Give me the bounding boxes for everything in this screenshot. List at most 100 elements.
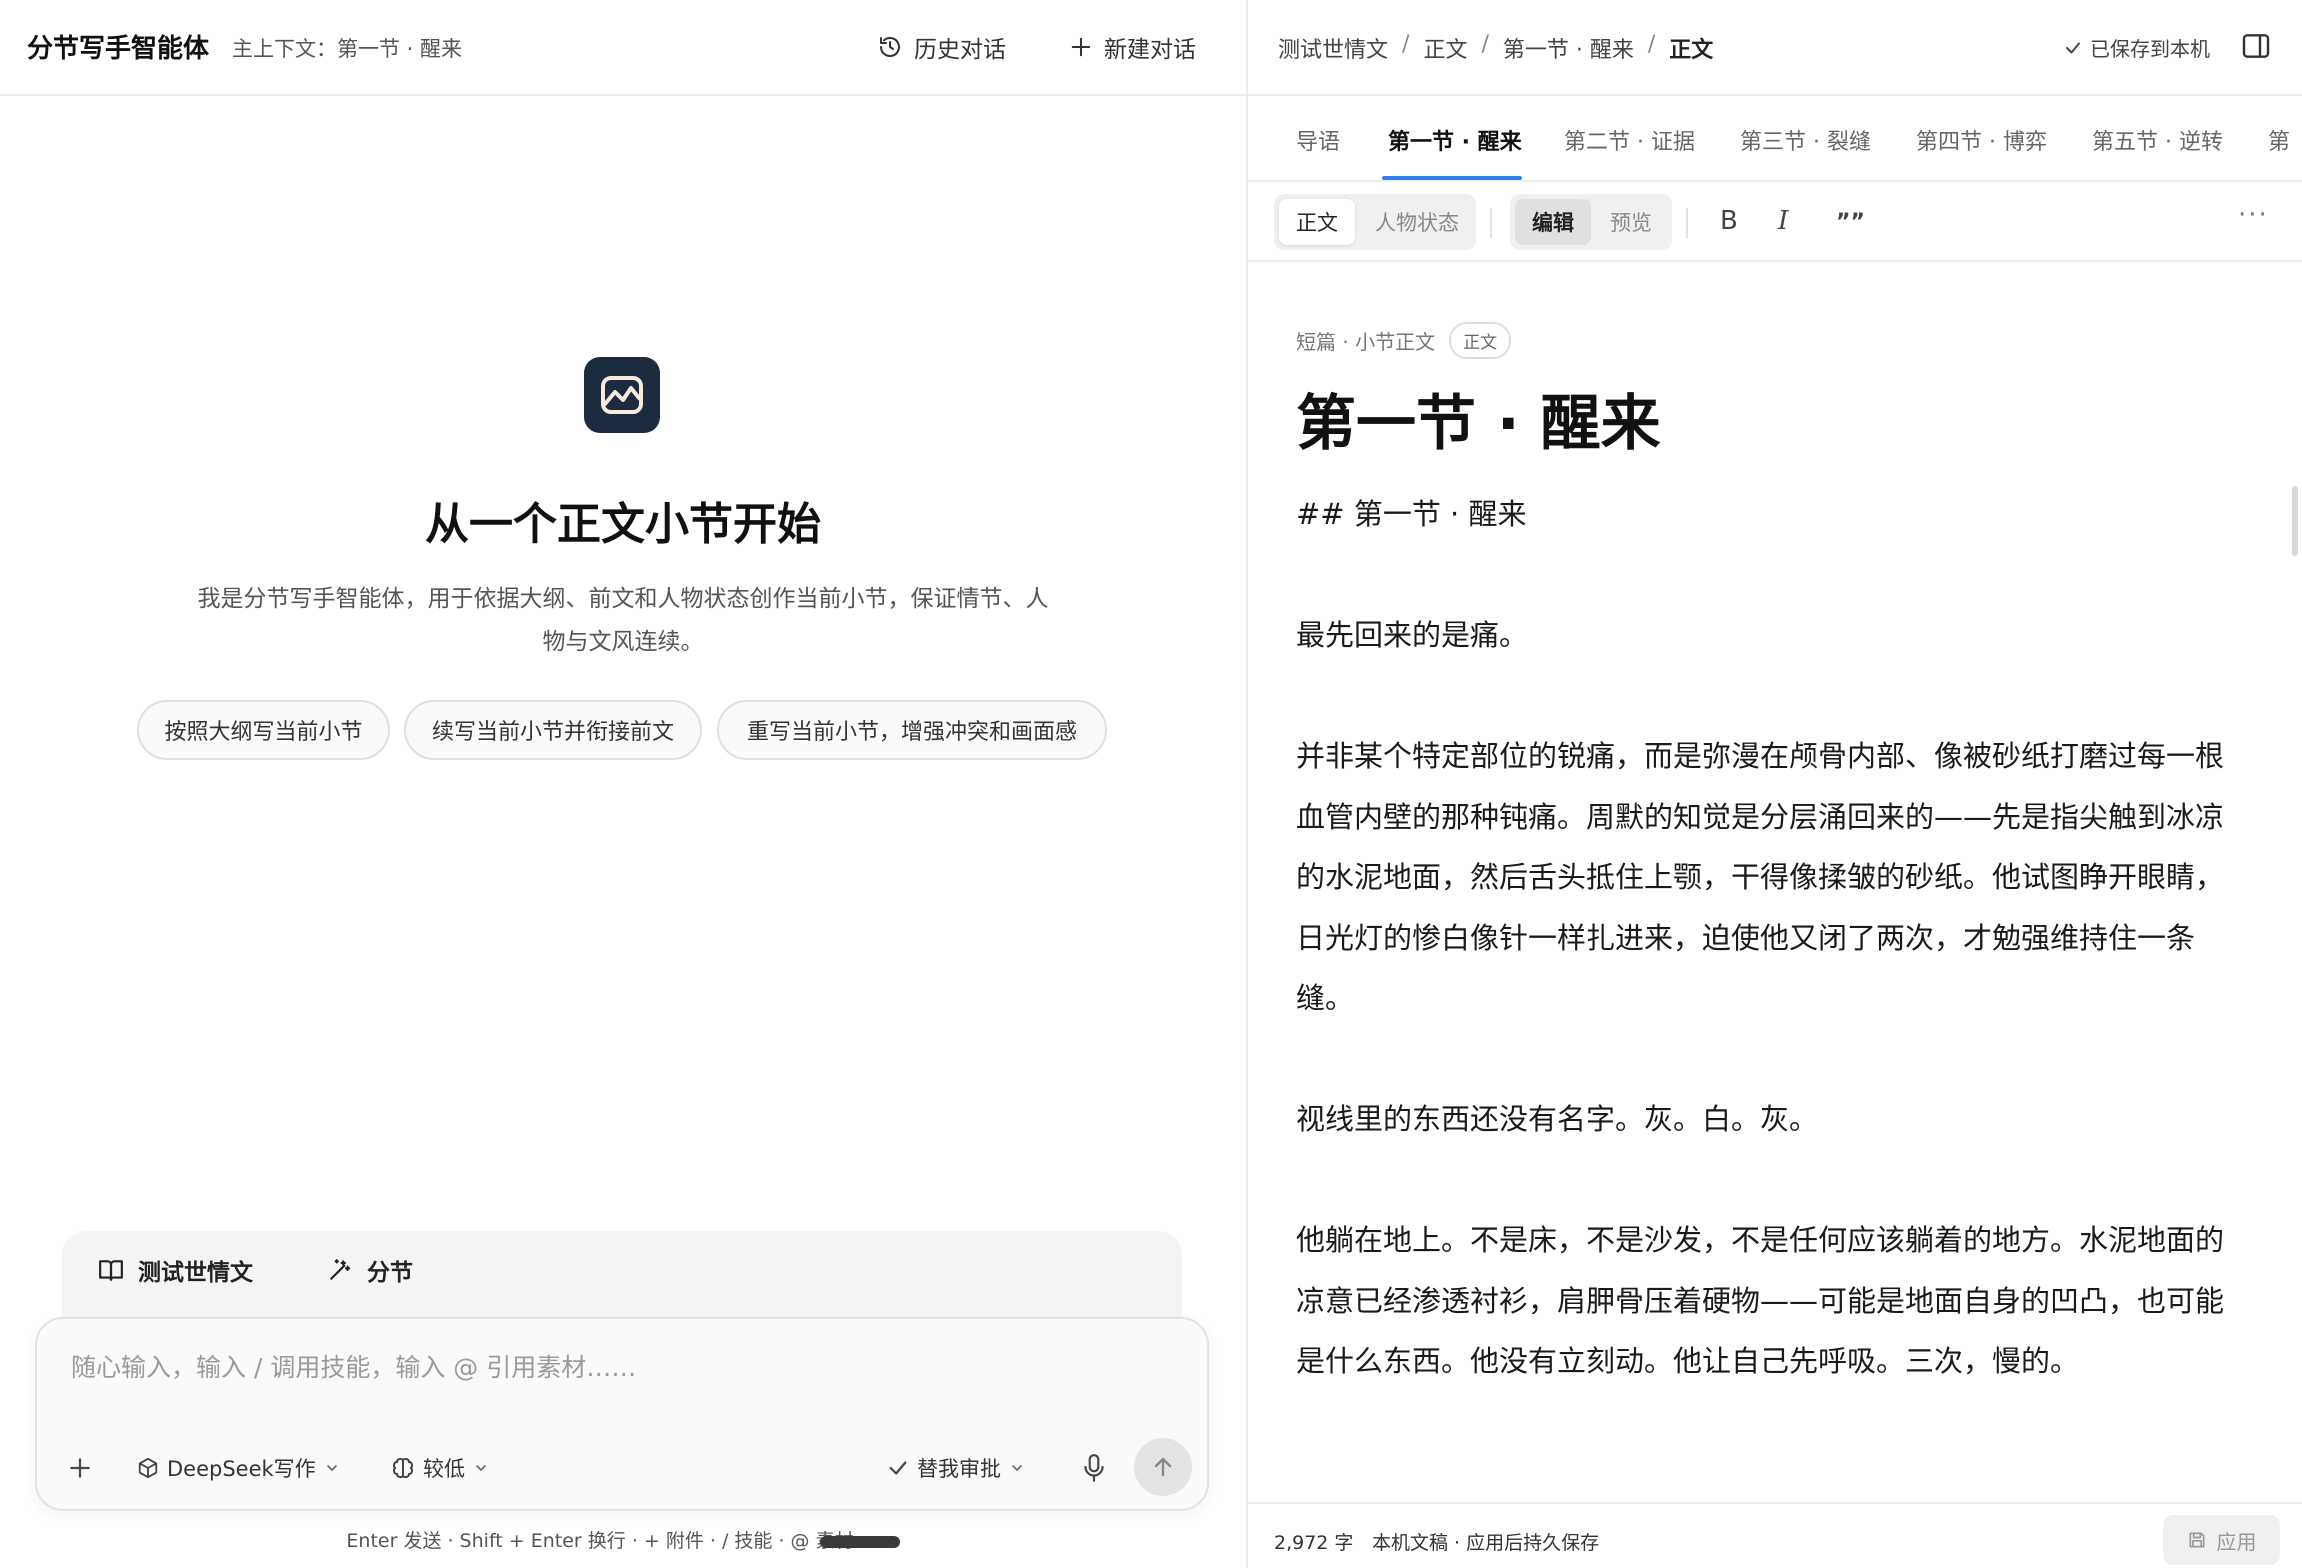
tab-section-5[interactable]: 第五节 · 逆转 <box>2092 124 2223 156</box>
microphone-icon <box>1081 1453 1107 1483</box>
active-tab-indicator <box>1382 176 1522 180</box>
shortcut-hint: Enter 发送 · Shift + Enter 换行 · + 附件 · / 技… <box>0 1526 1246 1553</box>
document-type: 短篇 · 小节正文 <box>1296 330 1436 354</box>
attach-button[interactable] <box>67 1450 93 1486</box>
chevron-down-icon <box>324 1460 340 1476</box>
suggestion-chip-rewrite[interactable]: 重写当前小节，增强冲突和画面感 <box>717 700 1107 760</box>
paragraph: 并非某个特定部位的锐痛，而是弥漫在颅骨内部、像被砂纸打磨过每一根血管内壁的那种钝… <box>1296 739 2225 1015</box>
breadcrumb: 测试世情文 / 正文 / 第一节 · 醒来 / 正文 <box>1278 32 1713 64</box>
context-book[interactable]: 测试世情文 <box>98 1253 253 1287</box>
paragraph: 他躺在地上。不是床，不是沙发，不是任何应该躺着的地方。水泥地面的凉意已经渗透衬衫… <box>1296 1223 2225 1378</box>
redaction-mark <box>819 1535 900 1548</box>
document-body-editor[interactable]: ## 第一节 · 醒来 最先回来的是痛。 并非某个特定部位的锐痛，而是弥漫在颅骨… <box>1296 484 2236 1452</box>
context-mode[interactable]: 分节 <box>327 1253 413 1287</box>
approval-select[interactable]: 替我审批 <box>887 1450 1025 1486</box>
document-badge: 正文 <box>1449 322 1512 359</box>
view-main-button[interactable]: 正文 <box>1279 199 1355 245</box>
save-status-label: 已保存到本机 <box>2090 37 2210 61</box>
editor-footer: 2,972 字 本机文稿 · 应用后持久保存 应用 <box>1248 1502 2302 1568</box>
tab-section-2[interactable]: 第二节 · 证据 <box>1564 124 1695 156</box>
breadcrumb-book[interactable]: 测试世情文 <box>1278 32 1388 64</box>
breadcrumb-section[interactable]: 第一节 · 醒来 <box>1503 32 1634 64</box>
more-options-button[interactable]: ··· <box>2238 200 2269 230</box>
view-switcher: 正文 人物状态 <box>1274 194 1476 250</box>
main-context-label: 主上下文：第一节 · 醒来 <box>232 37 463 61</box>
plus-icon <box>67 1455 93 1481</box>
hero-description: 我是分节写手智能体，用于依据大纲、前文和人物状态创作当前小节，保证情节、人物与文… <box>197 586 1049 655</box>
plus-icon <box>1070 36 1092 58</box>
cube-icon <box>137 1457 159 1479</box>
document-title: 第一节 · 醒来 <box>1296 389 1661 459</box>
tab-intro[interactable]: 导语 <box>1296 124 1340 156</box>
context-book-label: 测试世情文 <box>138 1260 253 1286</box>
tab-section-4[interactable]: 第四节 · 博弈 <box>1916 124 2047 156</box>
word-count: 2,972 字 <box>1274 1532 1354 1554</box>
check-icon <box>2064 39 2082 57</box>
apply-button[interactable]: 应用 <box>2163 1515 2280 1565</box>
book-icon <box>98 1257 124 1283</box>
message-input[interactable] <box>71 1353 1171 1382</box>
history-label: 历史对话 <box>914 37 1006 63</box>
paragraph: 最先回来的是痛。 <box>1296 618 1529 652</box>
toolbar-divider <box>1686 208 1688 238</box>
document-status: 本机文稿 · 应用后持久保存 <box>1372 1532 1600 1554</box>
breadcrumb-body[interactable]: 正文 <box>1423 32 1467 64</box>
composer: DeepSeek写作 较低 替我审批 <box>35 1317 1209 1511</box>
apply-label: 应用 <box>2216 1529 2257 1554</box>
save-disk-icon <box>2187 1530 2207 1550</box>
voice-input-button[interactable] <box>1081 1450 1107 1486</box>
editor-header: 测试世情文 / 正文 / 第一节 · 醒来 / 正文 已保存到本机 <box>1248 0 2302 96</box>
breadcrumb-separator: / <box>1402 32 1410 57</box>
breadcrumb-separator: / <box>1481 32 1489 57</box>
markdown-heading-line: ## 第一节 · 醒来 <box>1296 497 1527 531</box>
italic-button[interactable]: I <box>1778 206 1788 236</box>
agent-title: 分节写手智能体 <box>27 34 210 64</box>
tab-section-6-partial[interactable]: 第 <box>2268 124 2290 156</box>
send-button[interactable] <box>1134 1438 1192 1496</box>
bold-button[interactable]: B <box>1720 206 1738 236</box>
hero-title: 从一个正文小节开始 <box>425 499 821 550</box>
view-character-button[interactable]: 人物状态 <box>1362 199 1472 245</box>
suggestion-chip-continue[interactable]: 续写当前小节并衔接前文 <box>404 700 702 760</box>
toolbar-divider <box>1490 208 1492 238</box>
save-status: 已保存到本机 <box>2064 33 2210 62</box>
shortcut-hint-text: Enter 发送 · Shift + Enter 换行 · + 附件 · / 技… <box>346 1530 854 1552</box>
model-label: DeepSeek写作 <box>167 1457 316 1481</box>
chat-header: 分节写手智能体 主上下文：第一节 · 醒来 历史对话 新建对话 <box>0 0 1246 96</box>
breadcrumb-separator: / <box>1647 32 1656 57</box>
editor-toolbar: 正文 人物状态 编辑 预览 B I ”” ··· <box>1248 182 2302 262</box>
breadcrumb-current: 正文 <box>1669 38 1714 63</box>
agent-logo-icon <box>584 357 660 433</box>
quote-button[interactable]: ”” <box>1836 210 1865 235</box>
document-editor-pane: 测试世情文 / 正文 / 第一节 · 醒来 / 正文 已保存到本机 导语 第一节… <box>1248 0 2302 1568</box>
new-chat-label: 新建对话 <box>1104 37 1196 63</box>
arrow-up-icon <box>1151 1455 1175 1479</box>
mode-edit-button[interactable]: 编辑 <box>1515 199 1591 245</box>
paragraph: 视线里的东西还没有名字。灰。白。灰。 <box>1296 1102 1819 1136</box>
tab-section-3[interactable]: 第三节 · 裂缝 <box>1740 124 1871 156</box>
document-meta: 短篇 · 小节正文 正文 <box>1296 322 1512 359</box>
model-select[interactable]: DeepSeek写作 <box>137 1450 340 1486</box>
reasoning-level-select[interactable]: 较低 <box>391 1450 489 1486</box>
panel-toggle-button[interactable] <box>2240 30 2272 62</box>
chevron-down-icon <box>1009 1460 1025 1476</box>
mode-switcher: 编辑 预览 <box>1510 194 1672 250</box>
tab-section-1[interactable]: 第一节 · 醒来 <box>1388 124 1522 156</box>
brain-icon <box>391 1457 415 1479</box>
suggestion-chip-outline[interactable]: 按照大纲写当前小节 <box>137 700 390 760</box>
mode-preview-button[interactable]: 预览 <box>1595 199 1667 245</box>
section-tabs: 导语 第一节 · 醒来 第二节 · 证据 第三节 · 裂缝 第四节 · 博弈 第… <box>1248 96 2302 182</box>
history-icon <box>878 35 902 59</box>
context-mode-label: 分节 <box>367 1260 413 1286</box>
agent-chat-pane: 分节写手智能体 主上下文：第一节 · 醒来 历史对话 新建对话 从一个正文小节开… <box>0 0 1246 1568</box>
magic-wand-icon <box>327 1257 353 1283</box>
new-chat-button[interactable]: 新建对话 <box>1070 28 1196 66</box>
scrollbar-thumb[interactable] <box>2292 486 2298 556</box>
approval-label: 替我审批 <box>917 1457 1001 1481</box>
sidebar-panel-icon <box>2240 30 2272 62</box>
chevron-down-icon <box>473 1460 489 1476</box>
context-bar: 测试世情文 分节 <box>62 1231 1182 1321</box>
level-label: 较低 <box>423 1457 465 1481</box>
history-button[interactable]: 历史对话 <box>878 28 1006 66</box>
check-icon <box>887 1457 909 1479</box>
